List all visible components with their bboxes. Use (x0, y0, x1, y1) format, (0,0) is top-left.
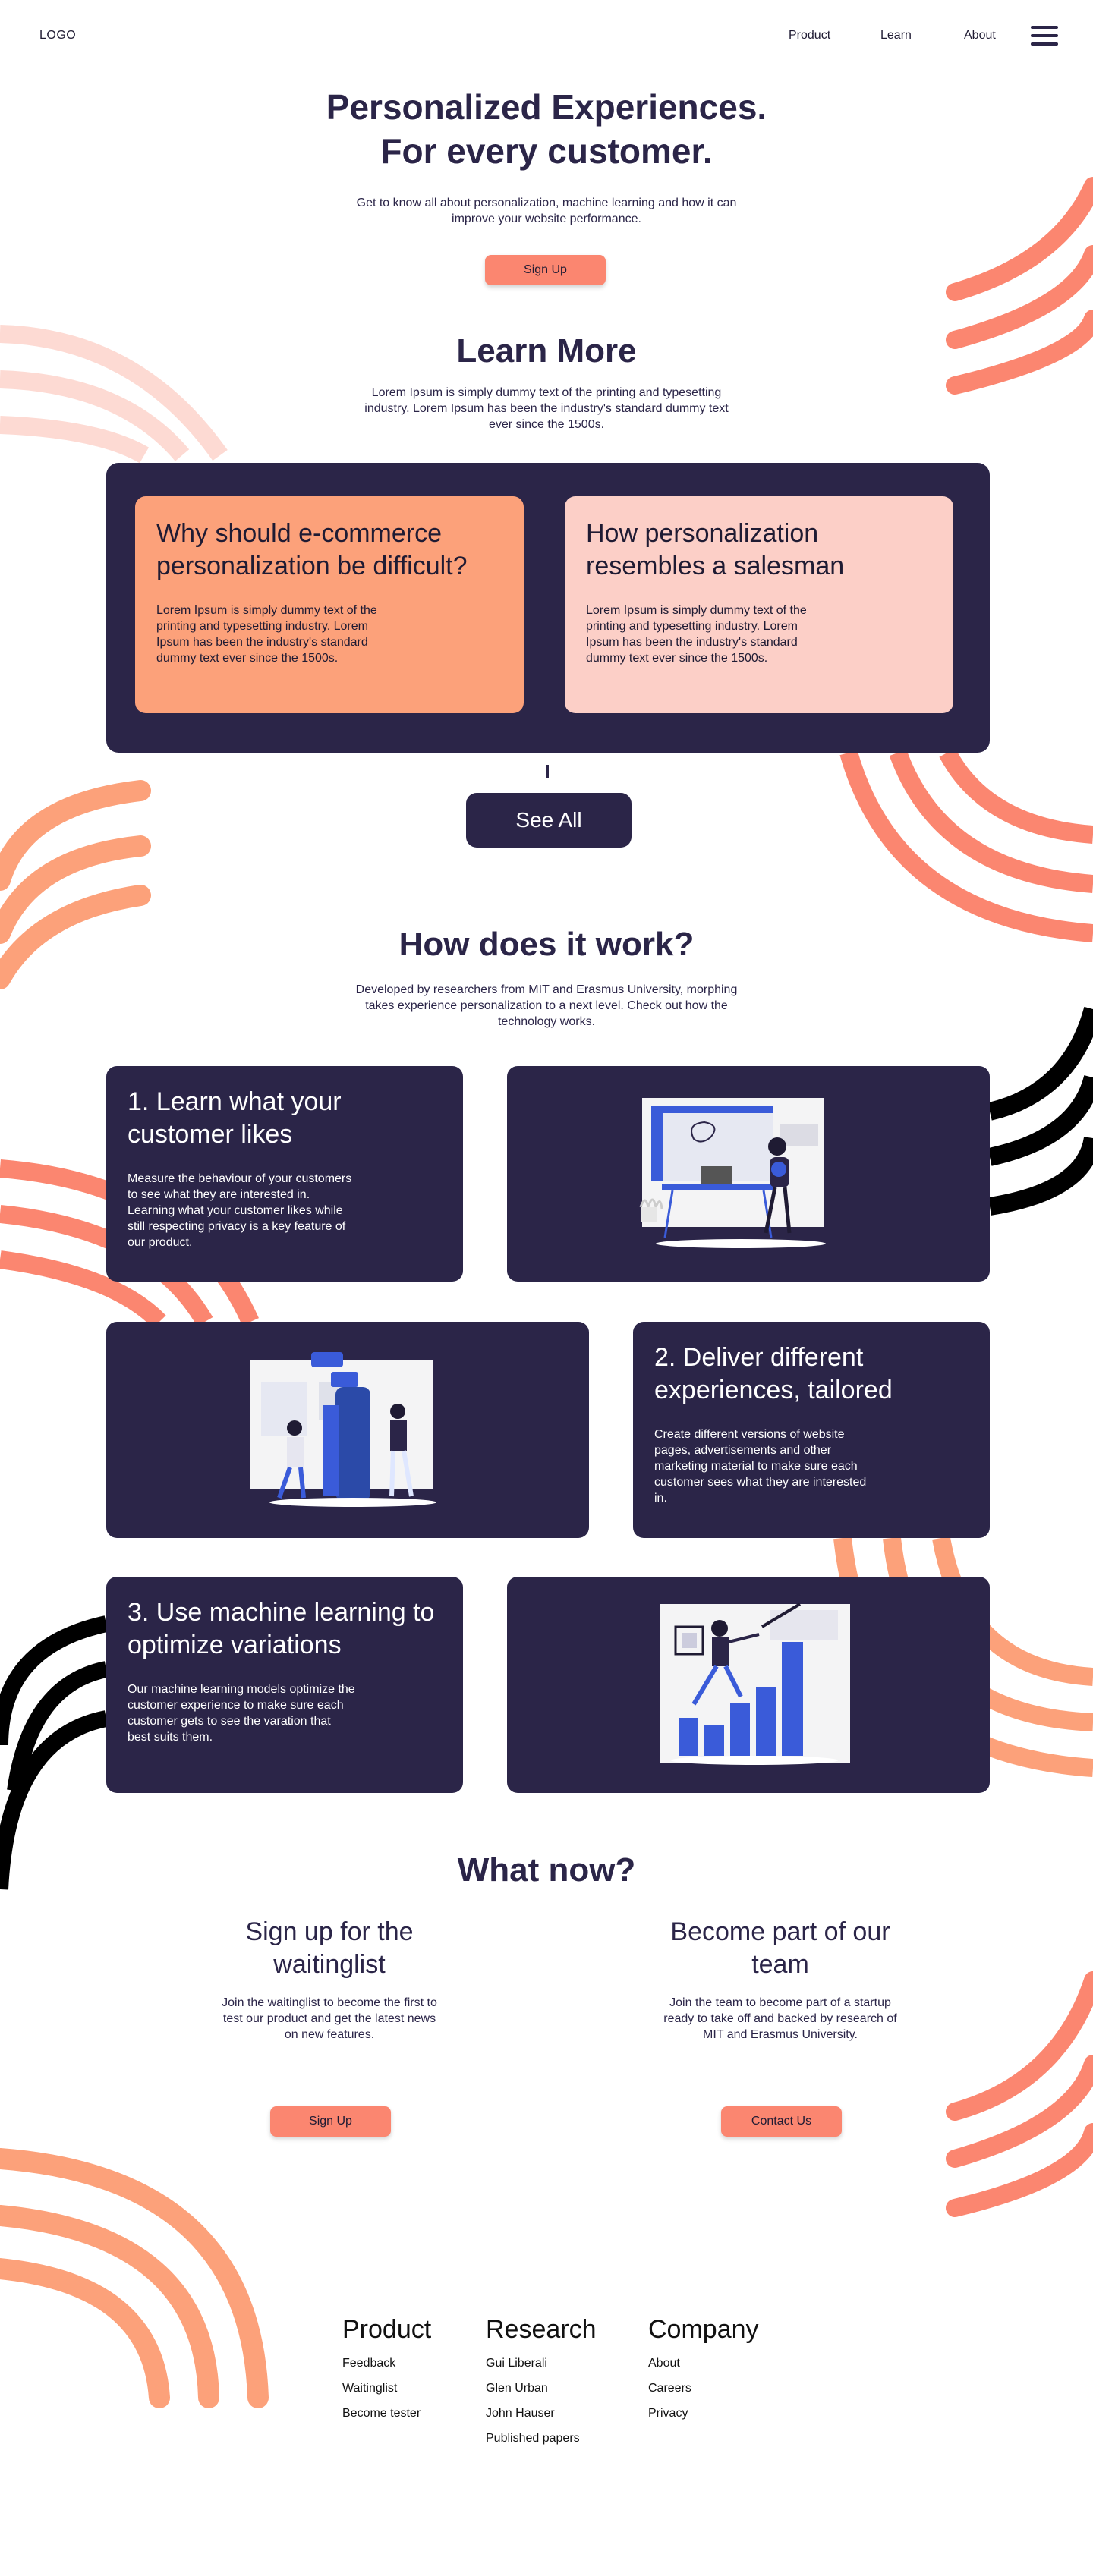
hero-signup-button[interactable]: Sign Up (485, 255, 606, 285)
footer-heading: Research (486, 2315, 597, 2344)
article-title: Why should e-commerce personalization be… (156, 519, 468, 580)
article-card[interactable]: How personalization resembles a salesman… (565, 496, 953, 713)
step-2-illustration-card (106, 1322, 589, 1538)
column-body: Join the waitinglist to become the first… (222, 1996, 437, 2041)
nav-product[interactable]: Product (789, 29, 830, 42)
step-card-3: 3. Use machine learning to optimize vari… (106, 1577, 463, 1793)
footer-link[interactable]: About (648, 2355, 759, 2371)
footer-column-company: Company About Careers Privacy (648, 2314, 759, 2430)
article-body: Lorem Ipsum is simply dummy text of the … (156, 604, 377, 665)
step-card-2: 2. Deliver different experiences, tailor… (633, 1322, 990, 1538)
waitinglist-column: Sign up for the waitinglist Join the wai… (216, 1916, 443, 2043)
column-title: Sign up for the waitinglist (245, 1917, 414, 1979)
articles-panel: Why should e-commerce personalization be… (106, 463, 990, 753)
contact-us-button[interactable]: Contact Us (721, 2106, 842, 2137)
step-card-1: 1. Learn what your customer likes Measur… (106, 1066, 463, 1282)
how-it-works-title: How does it work? (398, 926, 695, 963)
article-body: Lorem Ipsum is simply dummy text of the … (586, 604, 807, 665)
hero-title-line2: For every customer. (380, 131, 713, 171)
hamburger-menu-icon[interactable] (1031, 26, 1058, 49)
hero-title-line1: Personalized Experiences. (326, 87, 767, 127)
divider (546, 765, 549, 778)
hero-title: Personalized Experiences. For every cust… (243, 85, 850, 173)
nav-learn[interactable]: Learn (880, 29, 912, 42)
how-it-works-subtitle: Developed by researchers from MIT and Er… (355, 983, 738, 1028)
step-body: Create different versions of website pag… (654, 1428, 867, 1505)
step-3-illustration-card (507, 1577, 990, 1793)
person-at-laptop-illustration (639, 1098, 826, 1248)
main-nav: Product Learn About (0, 0, 1093, 61)
footer-link[interactable]: Privacy (648, 2405, 759, 2421)
article-card[interactable]: Why should e-commerce personalization be… (135, 496, 524, 713)
footer-link[interactable]: Become tester (342, 2405, 431, 2421)
article-title: How personalization resembles a salesman (586, 519, 845, 580)
column-title: Become part of our team (670, 1917, 890, 1979)
footer-link[interactable]: Careers (648, 2380, 759, 2396)
team-column: Become part of our team Join the team to… (663, 1916, 898, 2043)
nav-about[interactable]: About (964, 29, 996, 42)
step-title: 1. Learn what your customer likes (128, 1087, 342, 1149)
person-with-bar-chart-illustration (660, 1603, 850, 1765)
column-body: Join the team to become part of a startu… (663, 1996, 897, 2041)
step-1-illustration-card (507, 1066, 990, 1282)
step-title: 3. Use machine learning to optimize vari… (128, 1598, 435, 1659)
footer-link[interactable]: John Hauser (486, 2405, 597, 2421)
step-title: 2. Deliver different experiences, tailor… (654, 1343, 893, 1404)
footer-link[interactable]: Glen Urban (486, 2380, 597, 2396)
footer-link[interactable]: Waitinglist (342, 2380, 431, 2396)
step-body: Our machine learning models optimize the… (128, 1683, 355, 1744)
hero-subtitle: Get to know all about personalization, m… (356, 197, 737, 225)
learn-more-title: Learn More (456, 332, 637, 370)
people-with-phone-illustration (250, 1352, 436, 1507)
footer-link[interactable]: Gui Liberali (486, 2355, 597, 2371)
step-body: Measure the behaviour of your customers … (128, 1172, 352, 1249)
footer-link[interactable]: Feedback (342, 2355, 431, 2371)
waitinglist-signup-button[interactable]: Sign Up (270, 2106, 391, 2137)
footer-column-product: Product Feedback Waitinglist Become test… (342, 2314, 431, 2430)
footer-column-research: Research Gui Liberali Glen Urban John Ha… (486, 2314, 597, 2455)
footer-link[interactable]: Published papers (486, 2430, 597, 2446)
learn-more-subtitle: Lorem Ipsum is simply dummy text of the … (364, 386, 729, 431)
footer-heading: Product (342, 2315, 432, 2344)
what-now-title: What now? (457, 1851, 636, 1889)
see-all-button[interactable]: See All (466, 793, 632, 848)
footer-heading: Company (648, 2315, 759, 2344)
